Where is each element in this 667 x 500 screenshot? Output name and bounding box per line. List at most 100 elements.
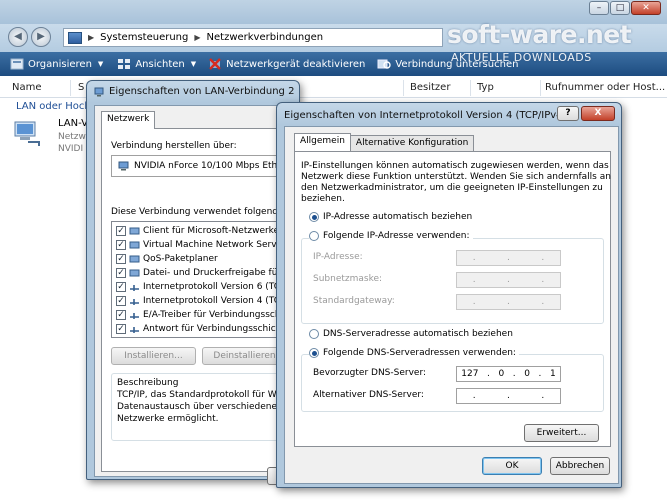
tab-alternative-config[interactable]: Alternative Konfiguration: [349, 135, 475, 151]
watermark-brand: soft-ware.net: [447, 20, 632, 49]
dns-manual-radio[interactable]: Folgende DNS-Serveradressen verwenden:: [309, 348, 519, 358]
disable-device-label: Netzwerkgerät deaktivieren: [226, 58, 366, 70]
intro-line: IP-Einstellungen können automatisch zuge…: [301, 161, 609, 171]
service-icon: [129, 269, 140, 276]
list-item[interactable]: ✓ QoS-Paketplaner: [112, 252, 299, 266]
gateway-field[interactable]: ...: [456, 294, 561, 310]
components-list[interactable]: ✓ Client für Microsoft-Netzwerke ✓ Virtual…: [111, 221, 300, 338]
help-button[interactable]: ?: [557, 106, 579, 121]
forward-button[interactable]: ▶: [31, 27, 51, 47]
alternate-dns-field[interactable]: ...: [456, 388, 561, 404]
preferred-dns-field[interactable]: 127. 0. 0. 1: [456, 366, 561, 382]
checkbox[interactable]: ✓: [116, 324, 126, 334]
organize-label: Organisieren: [28, 58, 92, 70]
maximize-button[interactable]: □: [610, 1, 630, 15]
tab-general[interactable]: Allgemein: [294, 133, 351, 151]
column-separator[interactable]: [70, 80, 71, 96]
breadcrumb[interactable]: ▶ Systemsteuerung ▶ Netzwerkverbindungen: [63, 28, 443, 47]
list-item-label: Virtual Machine Network Services: [143, 240, 295, 250]
column-separator[interactable]: [403, 80, 404, 96]
organize-button[interactable]: Organisieren ▼: [10, 54, 103, 74]
connection-status: Netzw: [58, 132, 86, 142]
install-button[interactable]: Installieren...: [111, 347, 196, 365]
checkbox[interactable]: ✓: [116, 296, 126, 306]
tab-network[interactable]: Netzwerk: [101, 111, 156, 129]
ip-address-field[interactable]: ...: [456, 250, 561, 266]
ip-auto-radio[interactable]: IP-Adresse automatisch beziehen: [309, 212, 472, 222]
list-item-label: Internetprotokoll Version 4 (TCP/: [143, 296, 289, 306]
list-item[interactable]: ✓ Virtual Machine Network Services: [112, 238, 299, 252]
list-item[interactable]: ✓ Datei- und Druckerfreigabe für M: [112, 266, 299, 280]
dns-manual-label: Folgende DNS-Serveradressen verwenden:: [323, 348, 516, 358]
advanced-button[interactable]: Erweitert...: [524, 424, 599, 442]
column-name[interactable]: Name: [12, 82, 42, 93]
intro-line: beziehen.: [301, 194, 345, 204]
list-item-label: QoS-Paketplaner: [143, 254, 218, 264]
control-panel-icon: [68, 31, 82, 44]
column-separator[interactable]: [470, 80, 471, 96]
column-separator[interactable]: [540, 80, 541, 96]
connection-name: LAN-V: [58, 118, 88, 129]
column-owner[interactable]: Besitzer: [410, 82, 450, 93]
back-button[interactable]: ◀: [8, 27, 28, 47]
close-button[interactable]: X: [581, 106, 615, 121]
list-item[interactable]: ✓ Internetprotokoll Version 4 (TCP/: [112, 294, 299, 308]
list-item[interactable]: ✓ Antwort für Verbindungsschicht-T: [112, 322, 299, 336]
service-icon: [129, 241, 140, 248]
adapter-field[interactable]: NVIDIA nForce 10/100 Mbps Ethern: [111, 155, 300, 177]
checkbox[interactable]: ✓: [116, 268, 126, 278]
checkbox[interactable]: ✓: [116, 226, 126, 236]
description-line: TCP/IP, das Standardprotokoll für WAN: [117, 390, 289, 400]
disable-device-button[interactable]: Netzwerkgerät deaktivieren: [208, 54, 365, 74]
checkbox[interactable]: ✓: [116, 254, 126, 264]
minimize-button[interactable]: –: [589, 1, 609, 15]
views-icon: [118, 59, 131, 69]
radio-unselected-icon: [309, 329, 319, 339]
checkbox[interactable]: ✓: [116, 310, 126, 320]
preferred-dns-label: Bevorzugter DNS-Server:: [313, 368, 427, 378]
connection-item[interactable]: LAN-V Netzw NVIDI: [12, 116, 92, 160]
lan-properties-dialog: Eigenschaften von LAN-Verbindung 2 Netzw…: [86, 80, 301, 485]
ip-address-label: IP-Adresse:: [313, 252, 363, 262]
list-item[interactable]: ✓ E/A-Treiber für Verbindungsschicht: [112, 308, 299, 322]
forward-arrow-icon: ▶: [37, 31, 45, 42]
column-phone[interactable]: Rufnummer oder Host...: [545, 82, 665, 93]
back-arrow-icon: ◀: [14, 31, 22, 42]
chevron-down-icon: ▼: [97, 60, 104, 68]
uninstall-button[interactable]: Deinstallieren: [202, 347, 287, 365]
network-connection-icon: [94, 87, 104, 97]
subnet-mask-label: Subnetzmaske:: [313, 274, 383, 284]
breadcrumb-separator-icon: ▶: [88, 33, 95, 42]
column-status[interactable]: S: [78, 82, 84, 93]
ip-manual-radio[interactable]: Folgende IP-Adresse verwenden:: [309, 231, 473, 241]
intro-line: Netzwerk diese Funktion unterstützt. Wen…: [301, 172, 611, 182]
checkbox[interactable]: ✓: [116, 282, 126, 292]
ip-octet: 0: [498, 369, 505, 379]
gateway-label: Standardgateway:: [313, 296, 395, 306]
cancel-button[interactable]: Abbrechen: [550, 457, 610, 475]
dialog-title: Eigenschaften von Internetprotokoll Vers…: [284, 110, 567, 121]
dialog-title: Eigenschaften von LAN-Verbindung 2: [109, 86, 295, 97]
components-label: Diese Verbindung verwendet folgende Ele: [111, 207, 301, 217]
list-item[interactable]: ✓ Client für Microsoft-Netzwerke: [112, 224, 299, 238]
list-item[interactable]: ✓ Internetprotokoll Version 6 (TCP/: [112, 280, 299, 294]
dns-auto-radio[interactable]: DNS-Serveradresse automatisch beziehen: [309, 329, 513, 339]
checkbox[interactable]: ✓: [116, 240, 126, 250]
ok-button[interactable]: OK: [482, 457, 542, 475]
radio-unselected-icon: [309, 231, 319, 241]
general-tab-panel: IP-Einstellungen können automatisch zuge…: [294, 151, 611, 447]
breadcrumb-item[interactable]: Systemsteuerung: [100, 32, 188, 43]
list-item-label: Antwort für Verbindungsschicht-T: [143, 324, 293, 334]
close-button[interactable]: ✕: [631, 1, 661, 15]
group-header[interactable]: LAN oder Hoch: [16, 101, 91, 112]
ip-manual-label: Folgende IP-Adresse verwenden:: [323, 231, 470, 241]
tcpip-properties-dialog: Eigenschaften von Internetprotokoll Vers…: [276, 102, 622, 488]
protocol-icon: [130, 298, 139, 305]
dialog-body: Allgemein Alternative Konfiguration IP-E…: [284, 126, 619, 484]
description-line: Datenaustausch über verschiedene, mit: [117, 402, 298, 412]
client-icon: [129, 227, 140, 234]
views-button[interactable]: Ansichten ▼: [117, 54, 196, 74]
column-type[interactable]: Typ: [477, 82, 494, 93]
subnet-mask-field[interactable]: ...: [456, 272, 561, 288]
breadcrumb-item[interactable]: Netzwerkverbindungen: [207, 32, 324, 43]
